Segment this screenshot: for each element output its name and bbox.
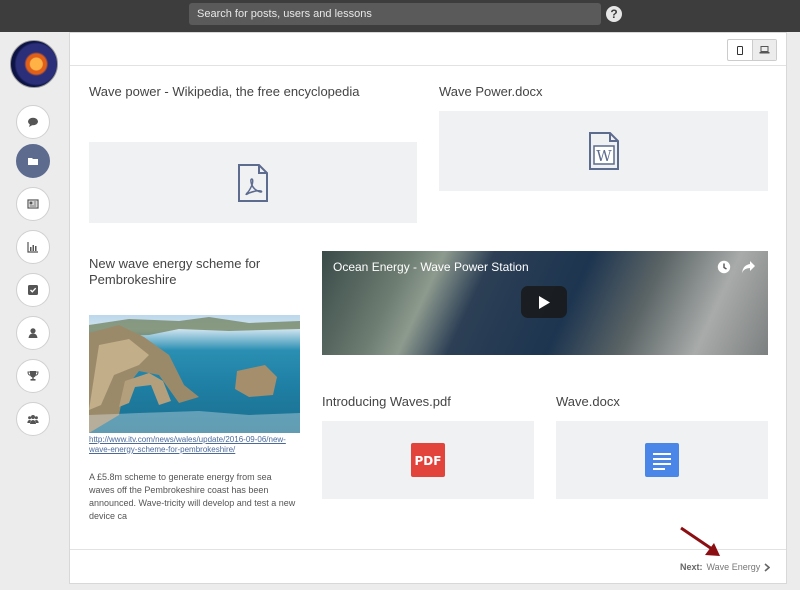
word-file-icon: W bbox=[588, 132, 619, 170]
card-title-docx[interactable]: Wave Power.docx bbox=[439, 84, 739, 100]
view-toggle bbox=[727, 39, 777, 61]
card-title-news[interactable]: New wave energy scheme for Pembrokeshire bbox=[89, 256, 289, 288]
svg-text:PDF: PDF bbox=[415, 454, 442, 468]
watch-later-icon[interactable] bbox=[717, 260, 731, 274]
main-panel: Wave power - Wikipedia, the free encyclo… bbox=[69, 32, 787, 584]
sidebar-item-stats[interactable] bbox=[16, 230, 50, 264]
trophy-icon bbox=[27, 371, 39, 381]
sidebar-item-newspaper[interactable] bbox=[16, 187, 50, 221]
newspaper-icon bbox=[27, 199, 39, 209]
avatar[interactable] bbox=[10, 40, 58, 88]
pdf-file-preview[interactable] bbox=[89, 142, 417, 223]
checkbox-icon bbox=[28, 285, 38, 295]
news-description: A £5.8m scheme to generate energy from s… bbox=[89, 472, 296, 521]
play-button[interactable] bbox=[521, 286, 567, 318]
folder-icon bbox=[28, 158, 38, 165]
pdf-file-icon bbox=[238, 163, 268, 202]
bar-chart-icon bbox=[27, 242, 38, 253]
chevron-right-icon bbox=[764, 562, 771, 572]
sidebar-item-awards[interactable] bbox=[16, 359, 50, 393]
top-bar: Search for posts, users and lessons ? bbox=[0, 0, 800, 32]
sidebar-item-groups[interactable] bbox=[16, 402, 50, 436]
next-lesson-link[interactable]: Next: Wave Energy bbox=[680, 562, 771, 572]
svg-text:W: W bbox=[596, 147, 612, 165]
news-link[interactable]: http://www.itv.com/news/wales/update/201… bbox=[89, 435, 299, 455]
play-icon bbox=[539, 295, 550, 309]
share-icon[interactable] bbox=[741, 260, 756, 274]
google-docs-icon bbox=[645, 443, 679, 477]
red-arrow-icon bbox=[680, 526, 720, 556]
next-label: Next: bbox=[680, 562, 703, 572]
mobile-view-button[interactable] bbox=[728, 40, 752, 60]
pdf-badge-icon: PDF bbox=[411, 443, 445, 477]
sidebar bbox=[0, 32, 70, 590]
help-icon[interactable]: ? bbox=[606, 6, 622, 22]
gdoc-file-preview[interactable] bbox=[556, 421, 768, 499]
search-input[interactable]: Search for posts, users and lessons bbox=[189, 3, 601, 25]
coastline-photo bbox=[89, 317, 300, 433]
desktop-view-button[interactable] bbox=[751, 40, 776, 60]
video-controls bbox=[717, 260, 756, 274]
sidebar-item-folder[interactable] bbox=[16, 144, 50, 178]
card-title-gdoc[interactable]: Wave.docx bbox=[556, 394, 756, 410]
video-title[interactable]: Ocean Energy - Wave Power Station bbox=[333, 260, 529, 274]
user-icon bbox=[28, 328, 38, 338]
sidebar-item-chat[interactable] bbox=[16, 105, 50, 139]
card-title-pdf[interactable]: Introducing Waves.pdf bbox=[322, 394, 522, 410]
pdf-file-preview-2[interactable]: PDF bbox=[322, 421, 534, 499]
news-image[interactable] bbox=[89, 315, 300, 433]
toolbar-divider bbox=[70, 65, 786, 66]
mobile-icon bbox=[736, 45, 743, 55]
sidebar-item-profile[interactable] bbox=[16, 316, 50, 350]
sidebar-item-tasks[interactable] bbox=[16, 273, 50, 307]
docx-file-preview[interactable]: W bbox=[439, 111, 768, 191]
laptop-icon bbox=[759, 46, 770, 54]
card-title-wiki[interactable]: Wave power - Wikipedia, the free encyclo… bbox=[89, 84, 389, 100]
video-player[interactable]: Ocean Energy - Wave Power Station bbox=[322, 251, 768, 355]
group-icon bbox=[27, 415, 39, 424]
chat-icon bbox=[28, 117, 38, 127]
next-target[interactable]: Wave Energy bbox=[707, 562, 761, 572]
